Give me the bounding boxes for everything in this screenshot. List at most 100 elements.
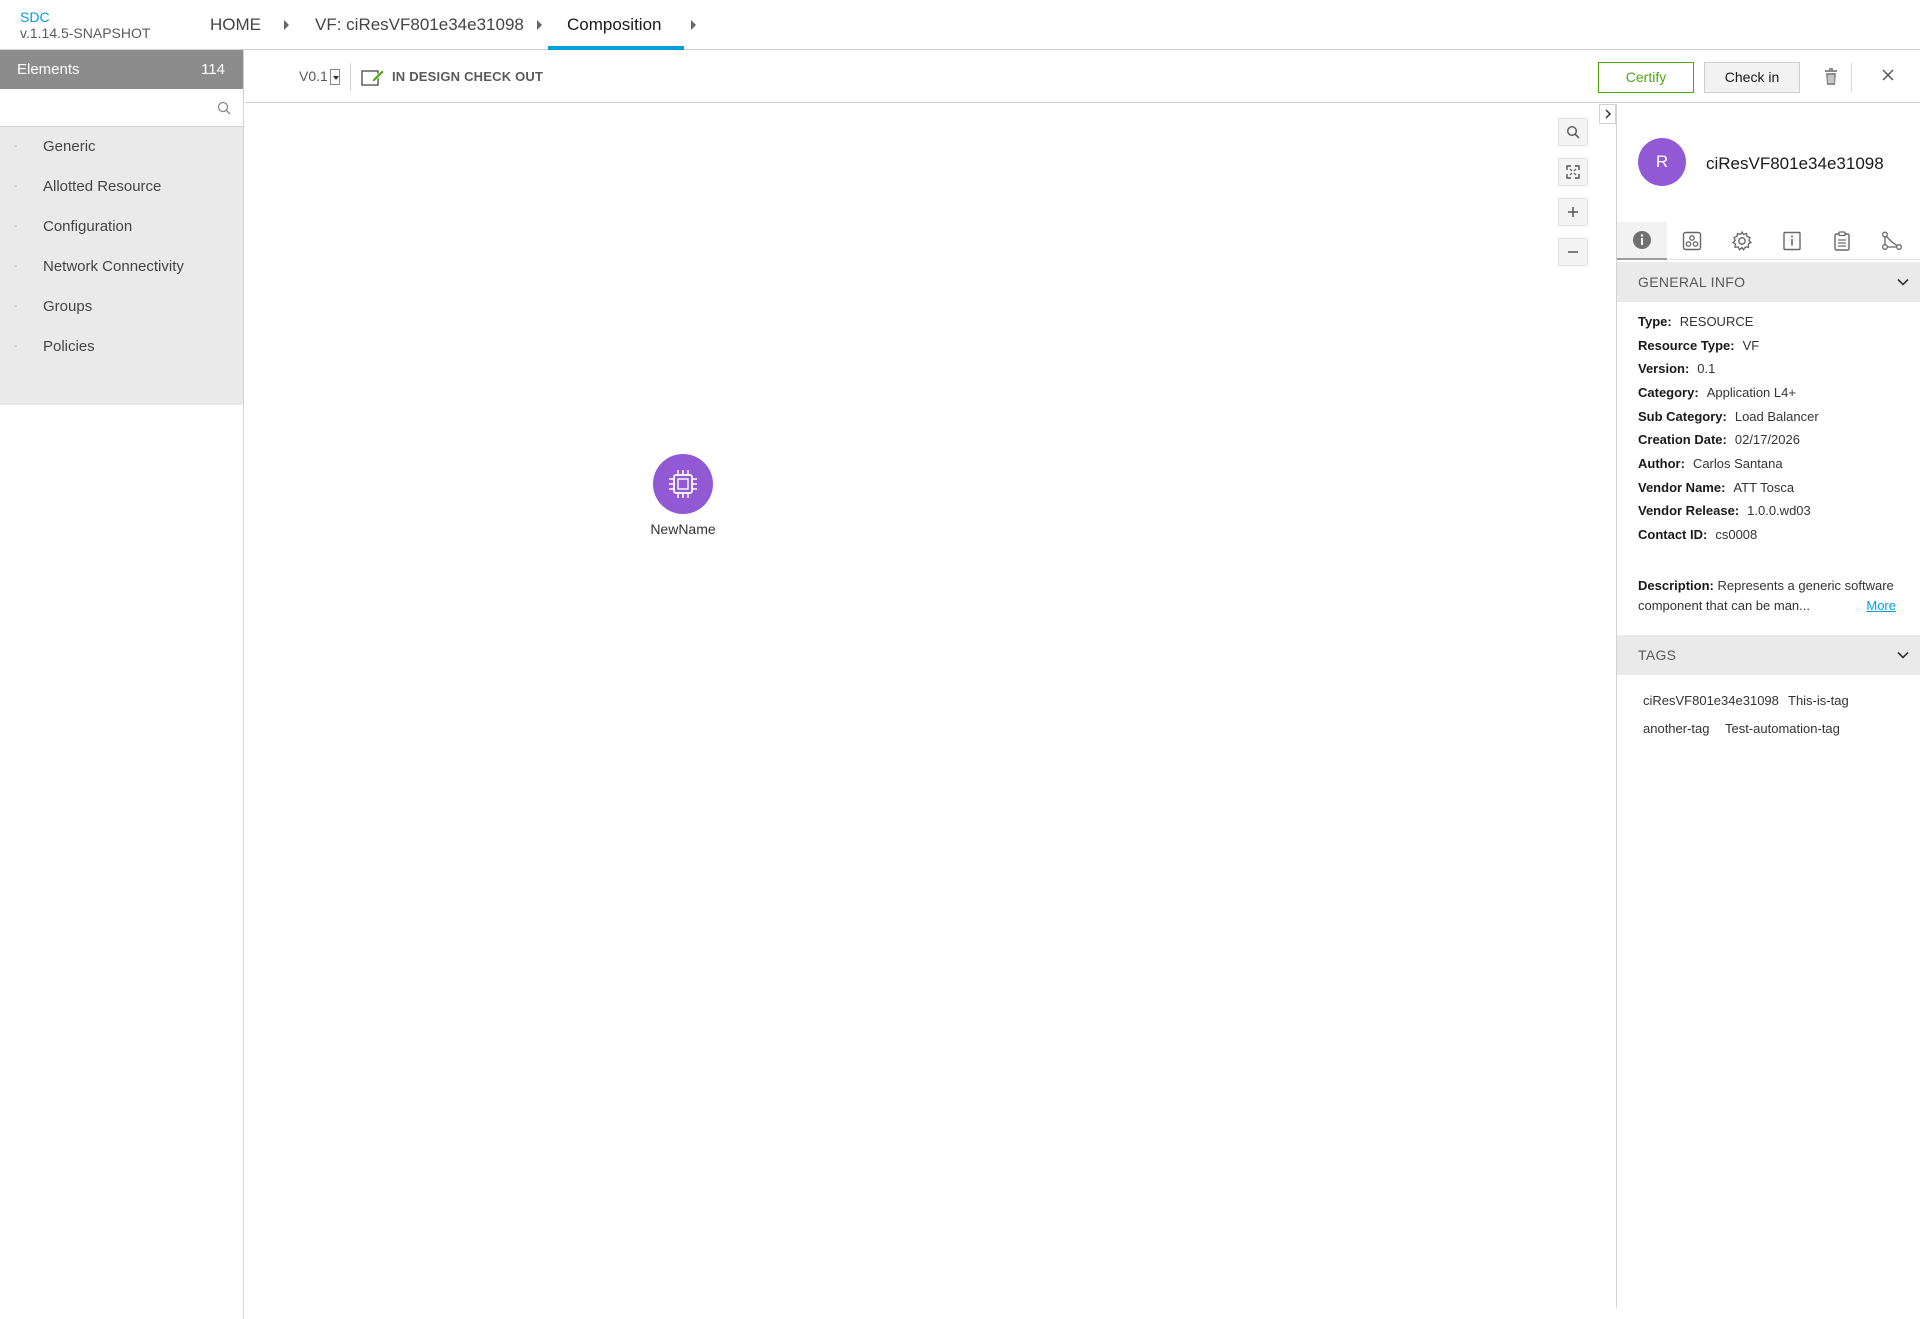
tab-artifacts[interactable]	[1817, 222, 1867, 260]
tag-item: This-is-tag	[1788, 693, 1849, 708]
palette-group-allotted-resource[interactable]: - Allotted Resource	[0, 167, 243, 207]
canvas-search-button[interactable]	[1558, 118, 1588, 146]
palette-header: Elements 114	[0, 50, 243, 89]
breadcrumb-arrow-icon[interactable]	[691, 20, 696, 30]
gear-icon	[1731, 230, 1753, 251]
more-link[interactable]: More	[1866, 596, 1896, 616]
info-label: Resource Type:	[1638, 338, 1735, 353]
certify-button[interactable]: Certify	[1598, 62, 1694, 93]
collapse-icon[interactable]: -	[14, 327, 17, 367]
info-row-version: Version: 0.1	[1638, 361, 1715, 376]
info-row-creation-date: Creation Date: 02/17/2026	[1638, 432, 1800, 447]
workspace-toolbar: V0.1 IN DESIGN CHECK OUT Certify Check i…	[245, 50, 1920, 103]
info-label: Vendor Name:	[1638, 480, 1726, 495]
chevron-down-icon[interactable]	[1897, 278, 1909, 286]
relations-icon	[1882, 231, 1902, 250]
collapse-panel-button[interactable]	[1599, 104, 1616, 124]
check-in-button[interactable]: Check in	[1704, 62, 1800, 93]
details-icon	[1783, 231, 1801, 251]
breadcrumb-vf[interactable]: VF: ciResVF801e34e31098	[315, 0, 524, 50]
palette-group-configuration[interactable]: - Configuration	[0, 207, 243, 247]
collapse-icon[interactable]: -	[14, 167, 17, 207]
details-tabs	[1617, 222, 1920, 260]
chevron-down-icon[interactable]	[329, 69, 340, 86]
section-title: TAGS	[1638, 647, 1677, 663]
palette-group-generic[interactable]: - Generic	[0, 127, 243, 167]
checkout-status-icon	[361, 69, 385, 86]
info-label: Creation Date:	[1638, 432, 1727, 447]
fit-screen-icon	[1566, 165, 1580, 179]
palette-groups: - Generic - Allotted Resource - Configur…	[0, 127, 243, 405]
node-circle[interactable]	[653, 454, 713, 514]
version-select[interactable]: V0.1	[299, 68, 340, 86]
composition-canvas[interactable]: NewName	[245, 104, 1616, 1308]
description-label: Description:	[1638, 578, 1714, 593]
tags-section-header[interactable]: TAGS	[1617, 635, 1920, 675]
component-node[interactable]: NewName	[650, 454, 716, 537]
deployment-icon	[1682, 231, 1702, 251]
info-row-vendor-name: Vendor Name: ATT Tosca	[1638, 480, 1794, 495]
collapse-icon[interactable]: -	[14, 247, 17, 287]
fit-to-screen-button[interactable]	[1558, 158, 1588, 186]
info-label: Author:	[1638, 456, 1685, 471]
tag-item: Test-automation-tag	[1725, 721, 1840, 736]
breadcrumb-arrow-icon[interactable]	[284, 20, 289, 30]
palette-group-policies[interactable]: - Policies	[0, 327, 243, 367]
collapse-icon[interactable]: -	[14, 207, 17, 247]
info-value: 1.0.0.wd03	[1747, 503, 1811, 518]
info-value: 02/17/2026	[1734, 432, 1800, 447]
trash-icon[interactable]	[1824, 68, 1838, 85]
clipboard-icon	[1834, 231, 1850, 251]
chip-icon	[669, 470, 697, 498]
tab-properties[interactable]	[1717, 222, 1767, 260]
info-row-author: Author: Carlos Santana	[1638, 456, 1783, 471]
info-icon	[1633, 231, 1651, 249]
collapse-icon[interactable]: -	[14, 287, 17, 327]
palette-title: Elements	[17, 61, 80, 78]
details-panel: R ciResVF801e34e31098 GENERAL INFO Type:…	[1616, 104, 1920, 1308]
section-title: GENERAL INFO	[1638, 274, 1746, 290]
tab-general-info[interactable]	[1617, 222, 1667, 260]
info-row-resource-type: Resource Type: VF	[1638, 338, 1759, 353]
general-info-section-header[interactable]: GENERAL INFO	[1617, 262, 1920, 302]
palette-group-network-connectivity[interactable]: - Network Connectivity	[0, 247, 243, 287]
breadcrumb-composition[interactable]: Composition	[567, 0, 662, 50]
divider	[1851, 63, 1852, 91]
palette-search-input[interactable]	[4, 89, 209, 125]
info-value: VF	[1742, 338, 1760, 353]
info-row-vendor-release: Vendor Release: 1.0.0.wd03	[1638, 503, 1811, 518]
info-label: Category:	[1638, 385, 1699, 400]
tab-relations[interactable]	[1867, 222, 1917, 260]
zoom-in-button[interactable]	[1558, 198, 1588, 226]
close-icon[interactable]	[1881, 68, 1895, 82]
info-value: 0.1	[1697, 361, 1716, 376]
info-label: Contact ID:	[1638, 527, 1708, 542]
brand-name: SDC	[20, 9, 50, 25]
palette-group-groups[interactable]: - Groups	[0, 287, 243, 327]
info-value: Load Balancer	[1734, 409, 1819, 424]
palette-group-label: Policies	[43, 338, 95, 355]
tab-deployment[interactable]	[1667, 222, 1717, 260]
chevron-down-icon[interactable]	[1897, 651, 1909, 659]
description: Description: Represents a generic softwa…	[1638, 576, 1910, 616]
info-value: Carlos Santana	[1692, 456, 1783, 471]
info-label: Version:	[1638, 361, 1690, 376]
zoom-out-button[interactable]	[1558, 238, 1588, 266]
collapse-icon[interactable]: -	[14, 127, 17, 167]
search-icon	[1566, 125, 1580, 139]
top-navigation-bar: SDC v.1.14.5-SNAPSHOT HOME VF: ciResVF80…	[0, 0, 1920, 50]
palette-group-label: Configuration	[43, 218, 133, 235]
info-row-contact-id: Contact ID: cs0008	[1638, 527, 1757, 542]
tag-item: ciResVF801e34e31098	[1643, 693, 1779, 708]
node-label[interactable]: NewName	[623, 521, 743, 537]
zoom-out-icon	[1568, 251, 1578, 253]
breadcrumb-home[interactable]: HOME	[210, 0, 261, 50]
tab-details[interactable]	[1767, 222, 1817, 260]
palette-search	[0, 89, 243, 127]
palette-group-label: Network Connectivity	[43, 258, 184, 275]
version-value: V0.1	[299, 68, 328, 84]
breadcrumb-arrow-icon[interactable]	[537, 20, 542, 30]
search-icon[interactable]	[217, 101, 231, 115]
info-label: Type:	[1638, 314, 1672, 329]
brand[interactable]: SDC v.1.14.5-SNAPSHOT	[20, 9, 150, 42]
